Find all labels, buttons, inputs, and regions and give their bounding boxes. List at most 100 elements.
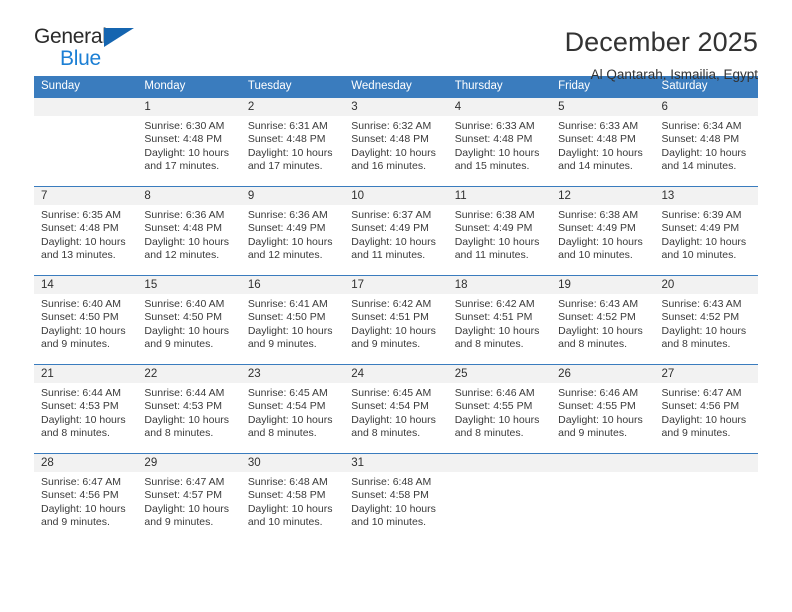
brand-name-secondary: Blue (60, 47, 101, 70)
daylight-duration-line1: Daylight: 10 hours (247, 146, 333, 159)
sunset-time: Sunset: 4:49 PM (661, 222, 740, 235)
day-number: 26 (551, 365, 655, 383)
day-details: Sunrise: 6:32 AM Sunset: 4:48 PM Daylight:… (344, 116, 447, 174)
day-cell[interactable]: 13 Sunrise: 6:39 AM Sunset: 4:49 PM Dayligh… (654, 186, 758, 276)
day-cell-empty (551, 453, 655, 543)
daylight-duration-line1: Daylight: 10 hours (351, 235, 436, 248)
day-cell-empty (447, 453, 552, 543)
day-cell[interactable]: 2 Sunrise: 6:31 AM Sunset: 4:48 PM Daylight… (240, 97, 345, 187)
daylight-duration-line1: Daylight: 10 hours (351, 502, 436, 515)
day-cell[interactable]: 18 Sunrise: 6:42 AM Sunset: 4:51 PM Dayligh… (447, 275, 552, 365)
daylight-duration-line2: and 11 minutes. (351, 249, 426, 262)
daylight-duration-line2: and 8 minutes. (454, 427, 524, 440)
calendar-week-row: 28 Sunrise: 6:47 AM Sunset: 4:56 PM Dayligh… (34, 453, 758, 543)
day-cell[interactable]: 10 Sunrise: 6:37 AM Sunset: 4:49 PM Dayligh… (344, 186, 448, 276)
sunrise-time: Sunrise: 6:43 AM (661, 298, 742, 310)
daylight-duration-line1: Daylight: 10 hours (41, 413, 126, 426)
day-cell[interactable]: 23 Sunrise: 6:45 AM Sunset: 4:54 PM Dayligh… (240, 364, 345, 454)
day-cell[interactable]: 19 Sunrise: 6:43 AM Sunset: 4:52 PM Dayligh… (551, 275, 655, 365)
daylight-duration-line1: Daylight: 10 hours (661, 324, 747, 337)
day-cell[interactable]: 20 Sunrise: 6:43 AM Sunset: 4:52 PM Dayligh… (654, 275, 758, 365)
daylight-duration-line1: Daylight: 10 hours (144, 235, 230, 248)
day-cell[interactable]: 1 Sunrise: 6:30 AM Sunset: 4:48 PM Daylight… (137, 97, 241, 187)
day-cell[interactable]: 8 Sunrise: 6:36 AM Sunset: 4:48 PM Daylight… (137, 186, 241, 276)
calendar-week-row: 21 Sunrise: 6:44 AM Sunset: 4:53 PM Dayligh… (34, 364, 758, 454)
calendar-week-row: 7 Sunrise: 6:35 AM Sunset: 4:48 PM Daylight… (34, 186, 758, 276)
daylight-duration-line2: and 8 minutes. (661, 338, 731, 351)
sunset-time: Sunset: 4:48 PM (144, 222, 223, 235)
sunrise-time: Sunrise: 6:42 AM (454, 298, 535, 310)
day-cell[interactable]: 31 Sunrise: 6:48 AM Sunset: 4:58 PM Dayligh… (344, 453, 448, 543)
day-details: Sunrise: 6:30 AM Sunset: 4:48 PM Daylight:… (137, 116, 240, 174)
daylight-duration-line2: and 9 minutes. (41, 338, 110, 351)
day-cell[interactable]: 16 Sunrise: 6:41 AM Sunset: 4:50 PM Dayligh… (240, 275, 345, 365)
sunset-time: Sunset: 4:56 PM (661, 400, 740, 413)
daylight-duration-line2: and 8 minutes. (144, 427, 214, 440)
daylight-duration-line1: Daylight: 10 hours (41, 502, 126, 515)
day-cell[interactable]: 30 Sunrise: 6:48 AM Sunset: 4:58 PM Dayligh… (240, 453, 345, 543)
brand-logo[interactable]: General Blue (34, 26, 146, 72)
sunrise-time: Sunrise: 6:47 AM (144, 476, 225, 488)
day-details: Sunrise: 6:39 AM Sunset: 4:49 PM Daylight:… (655, 205, 758, 263)
day-number: 7 (34, 187, 138, 205)
weekday-header-monday: Monday (137, 76, 241, 98)
day-cell[interactable]: 25 Sunrise: 6:46 AM Sunset: 4:55 PM Dayligh… (447, 364, 552, 454)
sunset-time: Sunset: 4:52 PM (558, 311, 636, 324)
daylight-duration-line2: and 15 minutes. (454, 160, 530, 173)
daylight-duration-line1: Daylight: 10 hours (247, 324, 333, 337)
daylight-duration-line2: and 11 minutes. (454, 249, 529, 262)
day-cell[interactable]: 28 Sunrise: 6:47 AM Sunset: 4:56 PM Dayligh… (34, 453, 138, 543)
daylight-duration-line1: Daylight: 10 hours (144, 146, 230, 159)
day-number: 19 (551, 276, 655, 294)
day-details: Sunrise: 6:45 AM Sunset: 4:54 PM Daylight:… (241, 383, 344, 441)
day-cell[interactable]: 24 Sunrise: 6:45 AM Sunset: 4:54 PM Dayligh… (344, 364, 448, 454)
day-cell[interactable]: 9 Sunrise: 6:36 AM Sunset: 4:49 PM Daylight… (240, 186, 345, 276)
title-block: December 2025 Al Qantarah, Ismailia, Egy… (565, 26, 758, 81)
day-number: 11 (447, 187, 552, 205)
day-details: Sunrise: 6:41 AM Sunset: 4:50 PM Daylight:… (241, 294, 344, 352)
day-cell[interactable]: 14 Sunrise: 6:40 AM Sunset: 4:50 PM Dayligh… (34, 275, 138, 365)
day-cell[interactable]: 17 Sunrise: 6:42 AM Sunset: 4:51 PM Dayligh… (344, 275, 448, 365)
day-cell[interactable]: 29 Sunrise: 6:47 AM Sunset: 4:57 PM Dayligh… (137, 453, 241, 543)
daylight-duration-line1: Daylight: 10 hours (144, 413, 230, 426)
day-cell[interactable]: 6 Sunrise: 6:34 AM Sunset: 4:48 PM Daylight… (654, 97, 758, 187)
day-cell[interactable]: 22 Sunrise: 6:44 AM Sunset: 4:53 PM Dayligh… (137, 364, 241, 454)
daylight-duration-line1: Daylight: 10 hours (144, 324, 230, 337)
daylight-duration-line2: and 14 minutes. (661, 160, 737, 173)
day-cell[interactable]: 7 Sunrise: 6:35 AM Sunset: 4:48 PM Daylight… (34, 186, 138, 276)
day-cell[interactable]: 21 Sunrise: 6:44 AM Sunset: 4:53 PM Dayligh… (34, 364, 138, 454)
sunset-time: Sunset: 4:50 PM (41, 311, 119, 324)
daylight-duration-line1: Daylight: 10 hours (661, 235, 747, 248)
day-details: Sunrise: 6:40 AM Sunset: 4:50 PM Daylight:… (137, 294, 240, 352)
day-details: Sunrise: 6:38 AM Sunset: 4:49 PM Daylight:… (448, 205, 551, 263)
sunset-time: Sunset: 4:49 PM (558, 222, 636, 235)
day-cell[interactable]: 3 Sunrise: 6:32 AM Sunset: 4:48 PM Daylight… (344, 97, 448, 187)
sunrise-time: Sunrise: 6:47 AM (661, 387, 742, 399)
sunrise-time: Sunrise: 6:35 AM (41, 209, 121, 221)
daylight-duration-line1: Daylight: 10 hours (558, 235, 643, 248)
day-details: Sunrise: 6:33 AM Sunset: 4:48 PM Daylight:… (448, 116, 551, 174)
daylight-duration-line2: and 9 minutes. (144, 516, 214, 529)
daylight-duration-line2: and 10 minutes. (247, 516, 323, 529)
sunrise-time: Sunrise: 6:46 AM (454, 387, 535, 399)
daylight-duration-line2: and 10 minutes. (351, 516, 426, 529)
day-details: Sunrise: 6:42 AM Sunset: 4:51 PM Daylight:… (448, 294, 551, 352)
sunset-time: Sunset: 4:50 PM (247, 311, 326, 324)
day-cell[interactable]: 11 Sunrise: 6:38 AM Sunset: 4:49 PM Dayligh… (447, 186, 552, 276)
sunrise-time: Sunrise: 6:33 AM (454, 120, 535, 132)
sunset-time: Sunset: 4:48 PM (661, 133, 740, 146)
sunset-time: Sunset: 4:55 PM (558, 400, 636, 413)
daylight-duration-line1: Daylight: 10 hours (661, 146, 747, 159)
day-cell[interactable]: 26 Sunrise: 6:46 AM Sunset: 4:55 PM Dayligh… (551, 364, 655, 454)
day-cell[interactable]: 15 Sunrise: 6:40 AM Sunset: 4:50 PM Dayligh… (137, 275, 241, 365)
day-cell[interactable]: 27 Sunrise: 6:47 AM Sunset: 4:56 PM Dayligh… (654, 364, 758, 454)
day-cell[interactable]: 4 Sunrise: 6:33 AM Sunset: 4:48 PM Daylight… (447, 97, 552, 187)
daylight-duration-line2: and 10 minutes. (661, 249, 737, 262)
day-details: Sunrise: 6:48 AM Sunset: 4:58 PM Daylight:… (344, 472, 447, 530)
day-number: 2 (240, 98, 345, 116)
day-cell[interactable]: 5 Sunrise: 6:33 AM Sunset: 4:48 PM Daylight… (551, 97, 655, 187)
day-number: 30 (240, 454, 345, 472)
day-cell[interactable]: 12 Sunrise: 6:38 AM Sunset: 4:49 PM Dayligh… (551, 186, 655, 276)
sunrise-time: Sunrise: 6:34 AM (661, 120, 742, 132)
sunrise-time: Sunrise: 6:38 AM (454, 209, 535, 221)
